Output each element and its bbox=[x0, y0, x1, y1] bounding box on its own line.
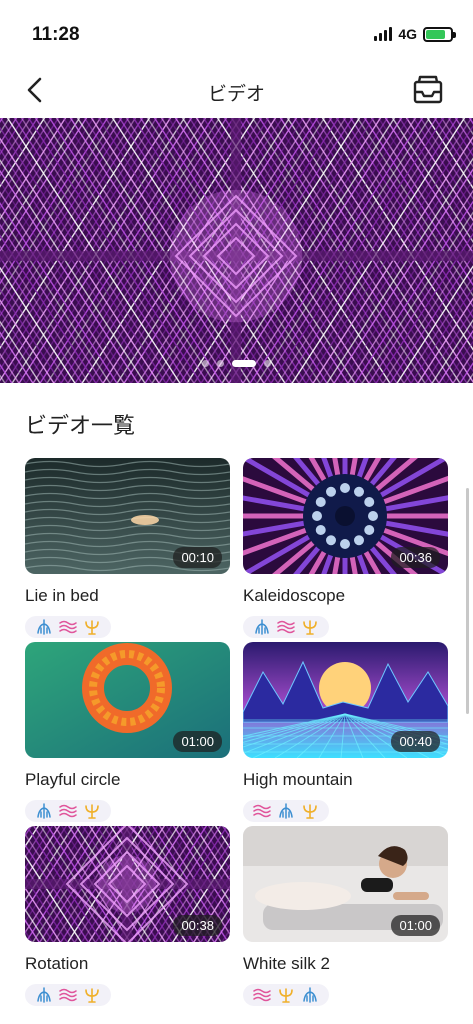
video-title: White silk 2 bbox=[243, 954, 330, 973]
wave-icon bbox=[277, 620, 295, 634]
video-title: High mountain bbox=[243, 770, 353, 789]
wave-icon bbox=[253, 804, 271, 818]
video-card[interactable]: 01:00 White silk 2 bbox=[243, 826, 448, 1008]
video-thumbnail[interactable]: 00:38 bbox=[25, 826, 230, 942]
banner-carousel[interactable] bbox=[0, 118, 473, 383]
trident-icon bbox=[85, 804, 99, 819]
video-thumbnail[interactable]: 01:00 bbox=[25, 642, 230, 758]
spine-icon bbox=[303, 987, 317, 1003]
status-time: 11:28 bbox=[32, 24, 80, 45]
video-card[interactable]: 00:40 High mountain bbox=[243, 642, 448, 824]
video-tags bbox=[25, 616, 111, 638]
banner-image bbox=[0, 118, 473, 383]
video-card[interactable]: 00:38 Rotation bbox=[25, 826, 230, 1008]
status-bar: 11:28 4G bbox=[0, 0, 473, 60]
video-tags bbox=[25, 984, 111, 1006]
scrollbar[interactable] bbox=[466, 488, 469, 714]
video-card[interactable]: 00:36 Kaleidoscope bbox=[243, 458, 448, 640]
carousel-dot[interactable] bbox=[217, 360, 224, 367]
spine-icon bbox=[279, 803, 293, 819]
page-title: ビデオ bbox=[207, 84, 265, 105]
video-thumbnail[interactable]: 00:10 bbox=[25, 458, 230, 574]
duration-badge: 01:00 bbox=[173, 731, 222, 752]
inbox-icon bbox=[413, 75, 443, 104]
carousel-indicator[interactable] bbox=[0, 360, 473, 367]
duration-badge: 00:36 bbox=[391, 547, 440, 568]
inbox-button[interactable] bbox=[411, 73, 445, 107]
video-thumbnail[interactable]: 01:00 bbox=[243, 826, 448, 942]
carousel-dot[interactable] bbox=[202, 360, 209, 367]
wave-icon bbox=[253, 988, 271, 1002]
wave-icon bbox=[59, 804, 77, 818]
trident-icon bbox=[303, 804, 317, 819]
battery-icon bbox=[423, 26, 456, 42]
video-title: Rotation bbox=[25, 954, 89, 973]
video-thumbnail[interactable]: 00:40 bbox=[243, 642, 448, 758]
duration-badge: 01:00 bbox=[391, 915, 440, 936]
spine-icon bbox=[37, 987, 51, 1003]
carousel-dot[interactable] bbox=[232, 360, 256, 367]
duration-badge: 00:38 bbox=[173, 915, 222, 936]
trident-icon bbox=[279, 988, 293, 1003]
spine-icon bbox=[255, 619, 269, 635]
trident-icon bbox=[85, 988, 99, 1003]
video-card[interactable]: 01:00 Playful circle bbox=[25, 642, 230, 824]
duration-badge: 00:40 bbox=[391, 731, 440, 752]
video-card[interactable]: 00:10 Lie in bed bbox=[25, 458, 230, 640]
network-label: 4G bbox=[398, 26, 417, 42]
video-tags bbox=[243, 984, 329, 1006]
video-thumbnail[interactable]: 00:36 bbox=[243, 458, 448, 574]
status-indicators: 4G bbox=[374, 26, 456, 42]
carousel-dot[interactable] bbox=[264, 360, 271, 367]
wave-icon bbox=[59, 988, 77, 1002]
wave-icon bbox=[59, 620, 77, 634]
section-title: ビデオ一覧 bbox=[25, 413, 136, 438]
video-tags bbox=[243, 800, 329, 822]
video-title: Playful circle bbox=[25, 770, 121, 789]
signal-icon bbox=[374, 27, 393, 41]
duration-badge: 00:10 bbox=[173, 547, 222, 568]
trident-icon bbox=[85, 620, 99, 635]
nav-header: ビデオ bbox=[0, 60, 473, 118]
video-title: Kaleidoscope bbox=[243, 586, 346, 605]
video-title: Lie in bed bbox=[25, 586, 99, 605]
spine-icon bbox=[37, 619, 51, 635]
trident-icon bbox=[303, 620, 317, 635]
video-tags bbox=[243, 616, 329, 638]
video-tags bbox=[25, 800, 111, 822]
spine-icon bbox=[37, 803, 51, 819]
